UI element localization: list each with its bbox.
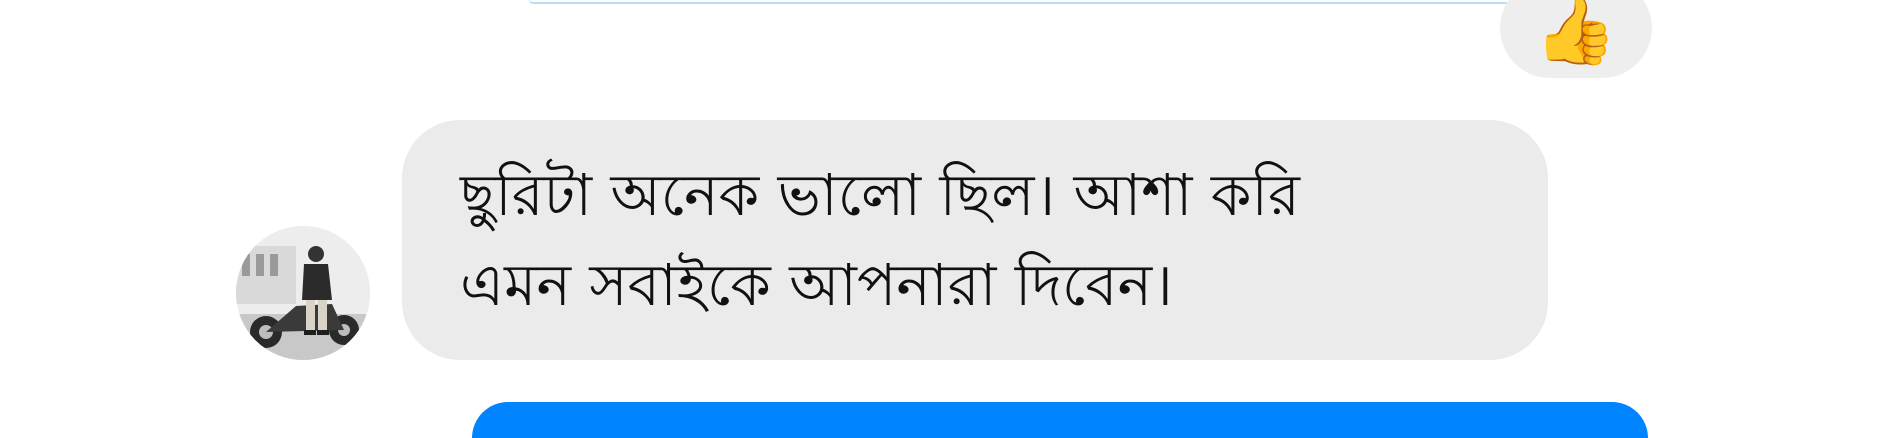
received-message-bubble[interactable]: ছুরিটা অনেক ভালো ছিল। আশা করি এমন সবাইকে… xyxy=(402,120,1548,360)
thumbs-up-reaction[interactable]: 👍 xyxy=(1500,0,1652,78)
previous-sent-message-edge xyxy=(528,0,1528,4)
avatar-photo xyxy=(236,226,370,360)
thumbs-up-icon: 👍 xyxy=(1534,0,1618,69)
received-message-text: ছুরিটা অনেক ভালো ছিল। আশা করি এমন সবাইকে… xyxy=(460,161,1300,319)
sent-message-bubble[interactable] xyxy=(472,402,1648,438)
sender-avatar[interactable] xyxy=(236,226,370,360)
chat-thread: 👍 ছুরিটা অনেক ভালো ছিল। আশা করি এমন সবাই… xyxy=(0,0,1890,438)
